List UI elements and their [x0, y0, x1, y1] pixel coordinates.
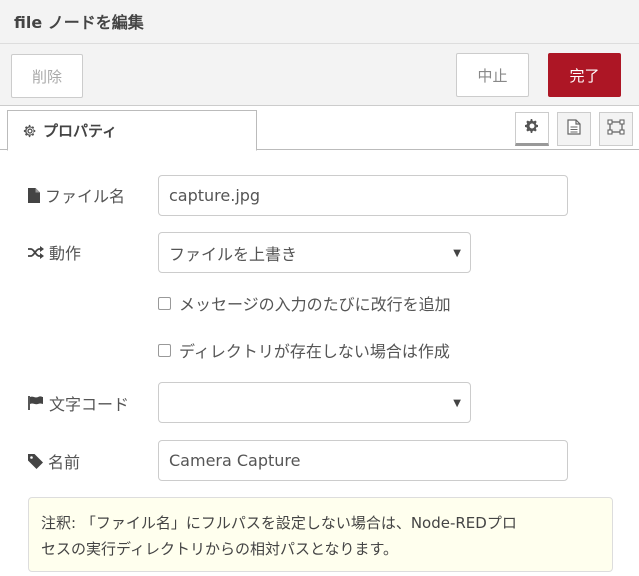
delete-button[interactable]: 削除 — [11, 54, 83, 98]
cancel-button[interactable]: 中止 — [456, 53, 529, 97]
action-select[interactable]: ファイルを上書き ▼ — [158, 232, 471, 273]
tip-line-1: 注釈: 「ファイル名」にフルパスを設定しない場合は、Node-REDプロ — [41, 514, 517, 532]
create-dir-row[interactable]: ディレクトリが存在しない場合は作成 — [158, 338, 450, 362]
properties-form: ファイル名 capture.jpg 動作 ファイルを上書き ▼ メッセージの入力… — [0, 150, 639, 576]
file-icon — [28, 187, 40, 203]
shuffle-icon — [28, 245, 44, 259]
caret-down-icon: ▼ — [453, 398, 461, 409]
append-newline-row[interactable]: メッセージの入力のたびに改行を追加 — [158, 291, 451, 315]
tab-appearance[interactable] — [599, 112, 633, 146]
gear-icon — [524, 118, 540, 138]
done-button[interactable]: 完了 — [548, 53, 621, 97]
tag-icon — [28, 453, 43, 469]
tab-bar: プロパティ — [0, 106, 639, 151]
create-dir-label: ディレクトリが存在しない場合は作成 — [179, 342, 450, 361]
action-select-value: ファイルを上書き — [169, 244, 298, 264]
action-label: 動作 — [28, 240, 81, 264]
encoding-label: 文字コード — [28, 391, 129, 415]
tip-box: 注釈: 「ファイル名」にフルパスを設定しない場合は、Node-REDプロ セスの… — [28, 497, 613, 572]
appearance-icon — [607, 119, 625, 139]
tab-settings[interactable] — [515, 112, 549, 146]
encoding-select[interactable]: ▼ — [158, 382, 471, 423]
tab-properties-label: プロパティ — [43, 122, 118, 140]
tip-line-2: セスの実行ディレクトリからの相対パスとなります。 — [41, 540, 399, 558]
tab-properties[interactable]: プロパティ — [7, 110, 257, 151]
append-newline-checkbox[interactable] — [158, 296, 171, 310]
filename-input[interactable]: capture.jpg — [158, 175, 568, 216]
tab-description[interactable] — [557, 112, 591, 146]
dialog-title: file ノードを編集 — [14, 13, 144, 32]
append-newline-label: メッセージの入力のたびに改行を追加 — [179, 295, 451, 314]
filename-label: ファイル名 — [28, 183, 125, 207]
dialog-header: file ノードを編集 — [0, 0, 639, 44]
file-text-icon — [567, 119, 581, 139]
gear-icon — [23, 124, 37, 138]
dialog-button-bar: 削除 中止 完了 — [0, 44, 639, 106]
name-input[interactable]: Camera Capture — [158, 440, 568, 481]
name-label: 名前 — [28, 449, 80, 473]
create-dir-checkbox[interactable] — [158, 343, 171, 357]
flag-icon — [28, 396, 44, 410]
caret-down-icon: ▼ — [453, 248, 461, 259]
